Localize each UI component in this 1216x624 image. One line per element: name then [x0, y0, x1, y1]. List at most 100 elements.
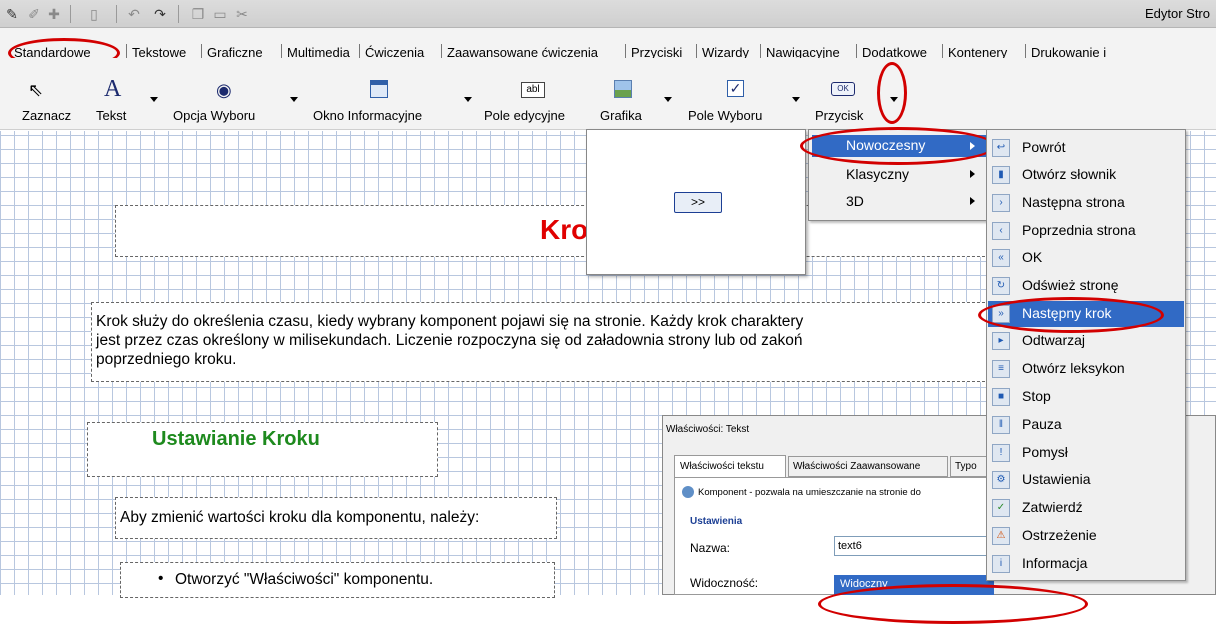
dialog-title: Właściwości: Tekst: [666, 424, 750, 435]
submenu-item-label: Ustawienia: [1022, 471, 1091, 487]
annotation-ellipse: [818, 584, 1088, 624]
undo-icon[interactable]: ↶: [126, 6, 142, 22]
opcja-dropdown-arrow[interactable]: [290, 97, 298, 102]
submenu-item-zatwierdz[interactable]: ✓ Zatwierdź: [988, 495, 1184, 522]
submenu-item-odswiez-strone[interactable]: ↻ Odśwież stronę: [988, 273, 1184, 300]
submenu-item-label: Ostrzeżenie: [1022, 527, 1097, 543]
submenu-item-otworz-leksykon[interactable]: ≡ Otwórz leksykon: [988, 356, 1184, 383]
annotation-ellipse: [800, 127, 996, 165]
settings-group-label: Ustawienia: [690, 516, 743, 527]
dictionary-icon: ▮: [992, 166, 1010, 184]
grafika-dropdown-arrow[interactable]: [664, 97, 672, 102]
submenu-item-label: Stop: [1022, 388, 1051, 404]
image-icon[interactable]: [614, 80, 632, 98]
submenu-item-label: Powrót: [1022, 139, 1066, 155]
settings-icon: ⚙: [992, 471, 1010, 489]
submenu-item-label: Pauza: [1022, 416, 1062, 432]
tekst-dropdown-arrow[interactable]: [150, 97, 158, 102]
plus-icon[interactable]: ✚: [46, 6, 62, 22]
tool-pole-edycyjne-label[interactable]: Pole edycyjne: [484, 108, 565, 123]
play-icon: ▸: [992, 332, 1010, 350]
submenu-item-ok[interactable]: « OK: [988, 245, 1184, 272]
submenu-item-nastepna-strona[interactable]: › Następna strona: [988, 190, 1184, 217]
paragraph-line: poprzedniego kroku.: [96, 351, 237, 368]
submenu-item-label: Zatwierdź: [1022, 499, 1083, 515]
info-icon: i: [992, 555, 1010, 573]
textbox-icon[interactable]: abl: [521, 82, 545, 98]
submenu-arrow-icon: [970, 197, 975, 205]
pencil-icon[interactable]: ✐: [26, 6, 42, 22]
annotation-ellipse: [877, 62, 907, 124]
page-icon[interactable]: ▯: [86, 6, 102, 22]
app-title: Edytor Stro: [1144, 6, 1210, 21]
tool-okno-informacyjne-label[interactable]: Okno Informacyjne: [313, 108, 422, 123]
toolbar-divider: [178, 5, 179, 23]
submenu-item-ustawienia[interactable]: ⚙ Ustawienia: [988, 467, 1184, 494]
visibility-label: Widoczność:: [690, 576, 759, 590]
tool-pole-wyboru-label[interactable]: Pole Wyboru: [688, 108, 762, 123]
stop-icon: ■: [992, 388, 1010, 406]
tool-grafika-label[interactable]: Grafika: [600, 108, 642, 123]
submenu-arrow-icon: [970, 170, 975, 178]
toolbar-divider: [116, 5, 117, 23]
info-icon: [682, 486, 694, 498]
submenu-item-informacja[interactable]: i Informacja: [988, 551, 1184, 578]
ok-icon: «: [992, 249, 1010, 267]
dialog-tab-label[interactable]: Właściwości Zaawansowane: [793, 461, 920, 472]
okno-dropdown-arrow[interactable]: [464, 97, 472, 102]
text-icon[interactable]: A: [104, 77, 121, 101]
submenu-item-label: Odtwarzaj: [1022, 332, 1086, 348]
submenu-item-label: Pomysł: [1022, 444, 1068, 460]
warning-icon: ⚠: [992, 527, 1010, 545]
dialog-info-text: Komponent - pozwala na umieszczanie na s…: [698, 487, 921, 498]
submenu-item-otworz-slownik[interactable]: ▮ Otwórz słownik: [988, 162, 1184, 189]
name-value[interactable]: text6: [838, 540, 862, 552]
pause-icon: ‖: [992, 416, 1010, 434]
copy-icon[interactable]: ❐: [190, 6, 206, 22]
back-icon: ↩: [992, 139, 1010, 157]
bullet-text: Otworzyć "Właściwości" komponentu.: [175, 571, 434, 588]
preview-next-button[interactable]: >>: [674, 192, 722, 213]
previous-page-icon: ‹: [992, 222, 1010, 240]
redo-icon[interactable]: ↷: [152, 6, 168, 22]
dialog-tab-label[interactable]: Właściwości tekstu: [680, 461, 764, 472]
pole-wyboru-dropdown-arrow[interactable]: [792, 97, 800, 102]
window-icon-titlebar: [370, 80, 388, 85]
submenu-item-pomysl[interactable]: ! Pomysł: [988, 440, 1184, 467]
tool-zaznacz-label[interactable]: Zaznacz: [22, 108, 71, 123]
submenu-item-powrot[interactable]: ↩ Powrót: [988, 135, 1184, 162]
dialog-tab-label[interactable]: Typo: [955, 461, 977, 472]
submenu-item-label: Otwórz leksykon: [1022, 360, 1125, 376]
annotation-ellipse: [978, 297, 1164, 333]
radio-icon[interactable]: ◉: [216, 80, 232, 100]
submenu-item-label: OK: [1022, 249, 1043, 265]
tool-przycisk-label[interactable]: Przycisk: [815, 108, 863, 123]
page-heading: Kro: [540, 214, 589, 245]
cut-icon[interactable]: ✂: [234, 6, 250, 22]
instruction-text: Aby zmienić wartości kroku dla komponent…: [120, 509, 480, 526]
button-icon[interactable]: OK: [831, 82, 855, 96]
checkbox-icon[interactable]: ✓: [727, 80, 744, 97]
title-bar: ✎ ✐ ✚ ▯ ↶ ↷ ❐ ▭ ✂ Edytor Stro: [0, 0, 1216, 28]
toolbar-divider: [70, 5, 71, 23]
submenu-item-stop[interactable]: ■ Stop: [988, 384, 1184, 411]
edit-page-icon[interactable]: ✎: [4, 6, 20, 22]
paragraph-line: jest przez czas określony w milisekundac…: [96, 332, 803, 349]
menu-item-klasyczny[interactable]: Klasyczny: [846, 166, 909, 182]
tool-tekst-label[interactable]: Tekst: [96, 108, 126, 123]
name-label: Nazwa:: [690, 541, 731, 555]
submenu-item-label: Otwórz słownik: [1022, 166, 1117, 182]
refresh-icon: ↻: [992, 277, 1010, 295]
tool-opcja-wyboru-label[interactable]: Opcja Wyboru: [173, 108, 255, 123]
submenu-item-poprzednia-strona[interactable]: ‹ Poprzednia strona: [988, 218, 1184, 245]
idea-icon: !: [992, 444, 1010, 462]
submenu-item-label: Informacja: [1022, 555, 1088, 571]
submenu-item-pauza[interactable]: ‖ Pauza: [988, 412, 1184, 439]
next-page-icon: ›: [992, 194, 1010, 212]
submenu-item-ostrzezenie[interactable]: ⚠ Ostrzeżenie: [988, 523, 1184, 550]
paste-icon[interactable]: ▭: [212, 6, 228, 22]
bullet-dot: •: [158, 570, 164, 587]
submenu-item-label: Poprzednia strona: [1022, 222, 1136, 238]
menu-item-3d[interactable]: 3D: [846, 193, 864, 209]
cursor-icon[interactable]: ⇖: [28, 80, 43, 100]
